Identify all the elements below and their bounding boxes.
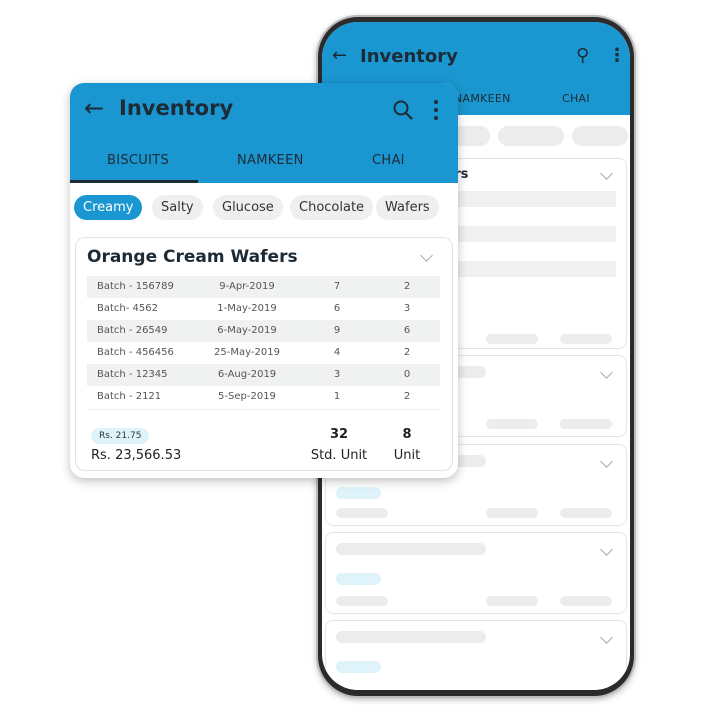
batch-batch: Batch - 12345 [97, 369, 168, 380]
batch-std: 9 [333, 325, 341, 336]
batch-std: 1 [333, 391, 341, 402]
batch-unit: 6 [403, 325, 411, 336]
skeleton-badge [336, 573, 381, 585]
std-unit-label: Std. Unit [310, 448, 368, 463]
skeleton-chip [572, 126, 628, 146]
batch-unit: 2 [403, 347, 411, 358]
batch-unit: 2 [403, 281, 411, 292]
chip-creamy[interactable]: Creamy [74, 195, 143, 220]
batch-row: Batch - 26549 6-May-2019 9 6 [87, 320, 440, 342]
batch-row: Batch - 456456 25-May-2019 4 2 [87, 342, 440, 364]
skeleton-chip [498, 126, 564, 146]
chevron-down-icon[interactable] [600, 631, 613, 644]
divider [87, 409, 440, 410]
skeleton-line [336, 543, 486, 555]
skeleton-line [336, 596, 388, 606]
batch-date: 9-Apr-2019 [219, 281, 275, 292]
chevron-down-icon[interactable] [420, 249, 433, 262]
batch-std: 7 [333, 281, 341, 292]
more-icon[interactable]: ⋮ [608, 45, 626, 66]
chevron-down-icon[interactable] [600, 366, 613, 379]
batch-std: 4 [333, 347, 341, 358]
batch-batch: Batch - 156789 [97, 281, 174, 292]
batch-row: Batch - 156789 9-Apr-2019 7 2 [87, 276, 440, 298]
batch-std: 6 [333, 303, 341, 314]
batch-unit: 2 [403, 391, 411, 402]
batch-date: 6-May-2019 [217, 325, 277, 336]
chip-salty[interactable]: Salty [152, 195, 203, 220]
batch-row: Batch - 2121 5-Sep-2019 1 2 [87, 386, 440, 408]
active-tab-indicator [70, 180, 198, 183]
batch-batch: Batch - 456456 [97, 347, 174, 358]
unit-total: 8 [402, 427, 412, 442]
back-page-title: Inventory [360, 46, 458, 67]
skeleton-badge [336, 661, 381, 673]
skeleton-line [486, 596, 538, 606]
back-tab-namkeen[interactable]: NAMKEEN [454, 92, 511, 105]
unit-label: Unit [393, 448, 421, 463]
back-card [325, 620, 627, 690]
chip-wafers[interactable]: Wafers [376, 195, 439, 220]
back-tab-chai[interactable]: CHAI [562, 92, 590, 105]
search-icon[interactable]: ⚲ [576, 45, 589, 66]
batch-batch: Batch- 4562 [97, 303, 158, 314]
skeleton-line [486, 419, 538, 429]
product-card[interactable]: Orange Cream Wafers Batch - 156789 9-Apr-… [75, 237, 453, 471]
chevron-down-icon[interactable] [600, 455, 613, 468]
batch-batch: Batch - 26549 [97, 325, 168, 336]
batch-row: Batch - 12345 6-Aug-2019 3 0 [87, 364, 440, 386]
tab-chai[interactable]: CHAI [372, 153, 405, 168]
batch-date: 1-May-2019 [217, 303, 277, 314]
total-value: Rs. 23,566.53 [91, 448, 182, 463]
skeleton-line [560, 508, 612, 518]
skeleton-line [486, 334, 538, 344]
batch-date: 25-May-2019 [214, 347, 280, 358]
product-title: Orange Cream Wafers [87, 247, 298, 267]
chip-chocolate[interactable]: Chocolate [290, 195, 374, 220]
chevron-down-icon[interactable] [600, 167, 613, 180]
back-arrow-icon[interactable]: ← [332, 45, 347, 66]
back-card [325, 532, 627, 614]
skeleton-line [486, 508, 538, 518]
skeleton-line [560, 596, 612, 606]
price-badge: Rs. 21.75 [91, 428, 150, 444]
batch-std: 3 [333, 369, 341, 380]
std-unit-total: 32 [329, 427, 349, 442]
batch-unit: 3 [403, 303, 411, 314]
tab-biscuits[interactable]: BISCUITS [107, 153, 169, 168]
chevron-down-icon[interactable] [600, 543, 613, 556]
back-arrow-icon[interactable]: ← [84, 94, 104, 122]
batch-unit: 0 [403, 369, 411, 380]
skeleton-line [560, 419, 612, 429]
batch-row: Batch- 4562 1-May-2019 6 3 [87, 298, 440, 320]
skeleton-line [336, 508, 388, 518]
chip-glucose[interactable]: Glucose [213, 195, 283, 220]
batch-batch: Batch - 2121 [97, 391, 162, 402]
skeleton-line [336, 631, 486, 643]
tab-namkeen[interactable]: NAMKEEN [237, 153, 304, 168]
batch-date: 6-Aug-2019 [217, 369, 277, 380]
batch-date: 5-Sep-2019 [218, 391, 276, 402]
app-header: ← Inventory BISCUITS NAMKEEN CHAI [70, 83, 458, 183]
skeleton-badge [336, 487, 381, 499]
front-app-card: ← Inventory BISCUITS NAMKEEN CHAI Creamy… [70, 83, 458, 478]
skeleton-line [560, 334, 612, 344]
page-title: Inventory [119, 96, 234, 120]
search-icon[interactable] [392, 99, 414, 121]
more-icon[interactable] [432, 99, 440, 121]
